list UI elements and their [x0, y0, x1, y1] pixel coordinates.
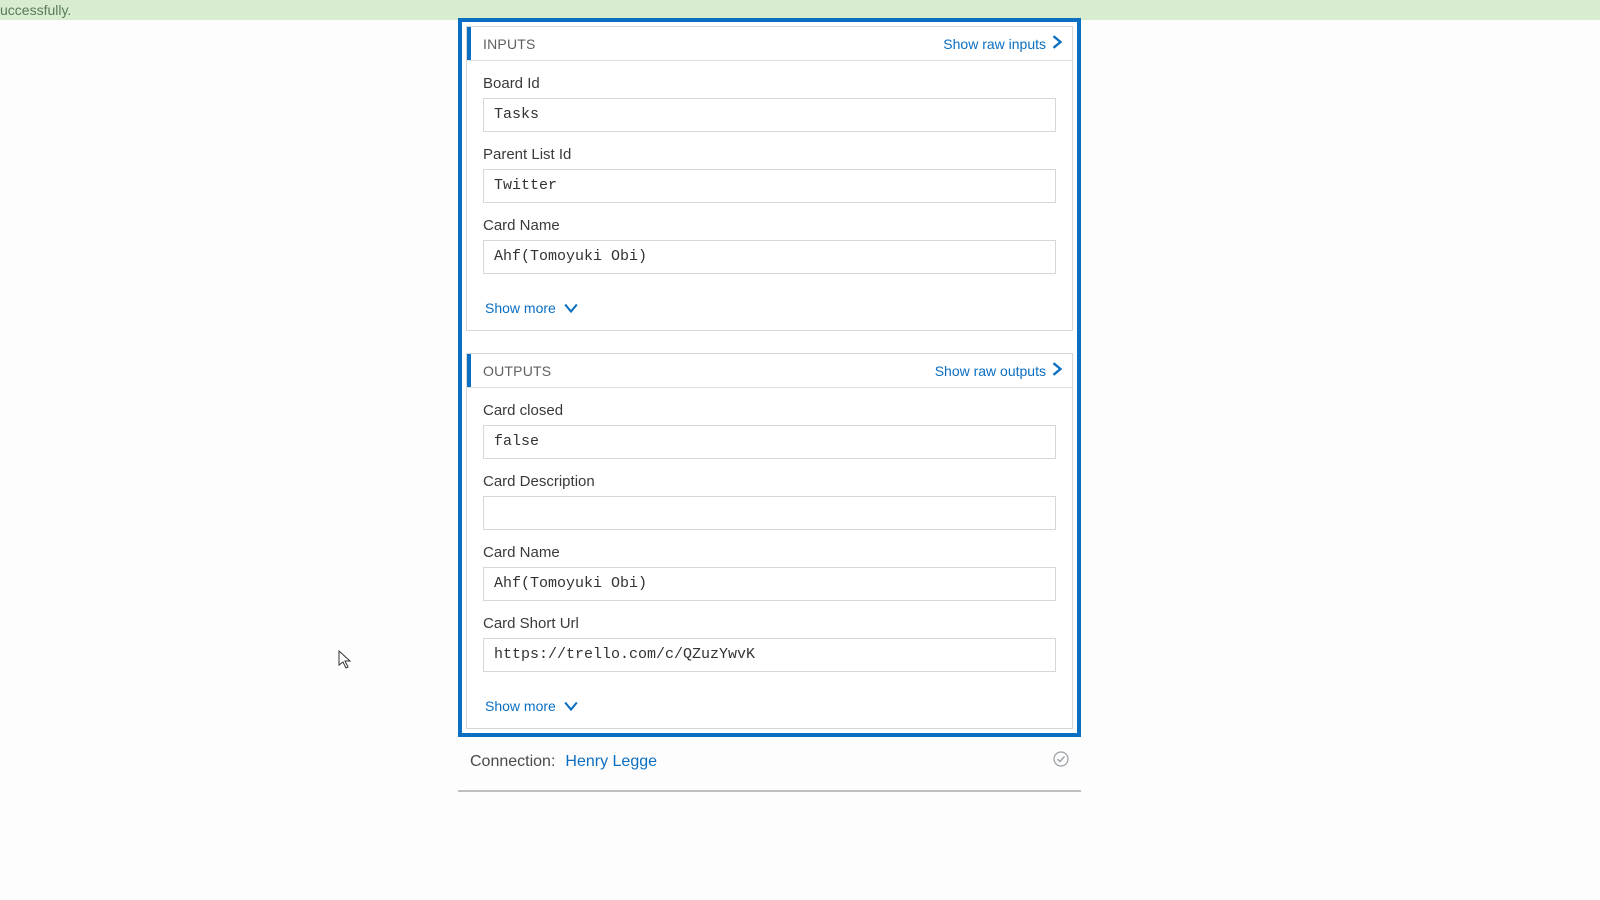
- inputs-title: INPUTS: [483, 36, 536, 52]
- connection-value[interactable]: Henry Legge: [565, 753, 657, 771]
- label-card-closed: Card closed: [483, 402, 1056, 419]
- inputs-header: INPUTS Show raw inputs: [467, 27, 1072, 61]
- value-board-id[interactable]: Tasks: [483, 98, 1056, 132]
- label-card-desc: Card Description: [483, 473, 1056, 490]
- success-banner-text: uccessfully.: [0, 2, 71, 18]
- chevron-down-icon: [564, 300, 578, 316]
- success-banner: uccessfully.: [0, 0, 1600, 20]
- run-details-panel: INPUTS Show raw inputs Board Id Tasks Pa…: [458, 18, 1081, 737]
- outputs-header: OUTPUTS Show raw outputs: [467, 354, 1072, 388]
- inputs-show-more-label: Show more: [485, 300, 556, 316]
- value-card-short-url[interactable]: https://trello.com/c/QZuzYwvK: [483, 638, 1056, 672]
- checkmark-circle-icon: [1053, 751, 1069, 772]
- label-card-name-in: Card Name: [483, 217, 1056, 234]
- show-raw-inputs-label: Show raw inputs: [943, 36, 1046, 52]
- label-card-name-out: Card Name: [483, 544, 1056, 561]
- show-raw-outputs-label: Show raw outputs: [935, 363, 1046, 379]
- connection-label: Connection:: [470, 753, 555, 771]
- inputs-show-more[interactable]: Show more: [467, 296, 1072, 330]
- outputs-accent: [467, 354, 471, 387]
- value-parent-list[interactable]: Twitter: [483, 169, 1056, 203]
- outputs-title: OUTPUTS: [483, 363, 551, 379]
- label-board-id: Board Id: [483, 75, 1056, 92]
- field-board-id: Board Id Tasks: [483, 75, 1056, 132]
- label-card-short-url: Card Short Url: [483, 615, 1056, 632]
- inputs-accent: [467, 27, 471, 60]
- outputs-show-more-label: Show more: [485, 698, 556, 714]
- chevron-down-icon: [564, 698, 578, 714]
- mouse-cursor-icon: [338, 650, 352, 670]
- field-card-name-out: Card Name Ahf(Tomoyuki Obi): [483, 544, 1056, 601]
- connection-bar: Connection: Henry Legge: [458, 737, 1081, 792]
- chevron-right-icon: [1052, 362, 1062, 379]
- show-raw-outputs-link[interactable]: Show raw outputs: [935, 362, 1062, 379]
- value-card-desc[interactable]: [483, 496, 1056, 530]
- outputs-show-more[interactable]: Show more: [467, 694, 1072, 728]
- field-card-desc: Card Description: [483, 473, 1056, 530]
- value-card-closed[interactable]: false: [483, 425, 1056, 459]
- value-card-name-out[interactable]: Ahf(Tomoyuki Obi): [483, 567, 1056, 601]
- value-card-name-in[interactable]: Ahf(Tomoyuki Obi): [483, 240, 1056, 274]
- chevron-right-icon: [1052, 35, 1062, 52]
- inputs-section: INPUTS Show raw inputs Board Id Tasks Pa…: [466, 26, 1073, 331]
- label-parent-list: Parent List Id: [483, 146, 1056, 163]
- field-parent-list: Parent List Id Twitter: [483, 146, 1056, 203]
- outputs-section: OUTPUTS Show raw outputs Card closed fal…: [466, 353, 1073, 729]
- field-card-closed: Card closed false: [483, 402, 1056, 459]
- field-card-short-url: Card Short Url https://trello.com/c/QZuz…: [483, 615, 1056, 672]
- field-card-name-in: Card Name Ahf(Tomoyuki Obi): [483, 217, 1056, 274]
- show-raw-inputs-link[interactable]: Show raw inputs: [943, 35, 1062, 52]
- card-short-url-link[interactable]: https://trello.com/c/QZuzYwvK: [494, 646, 755, 663]
